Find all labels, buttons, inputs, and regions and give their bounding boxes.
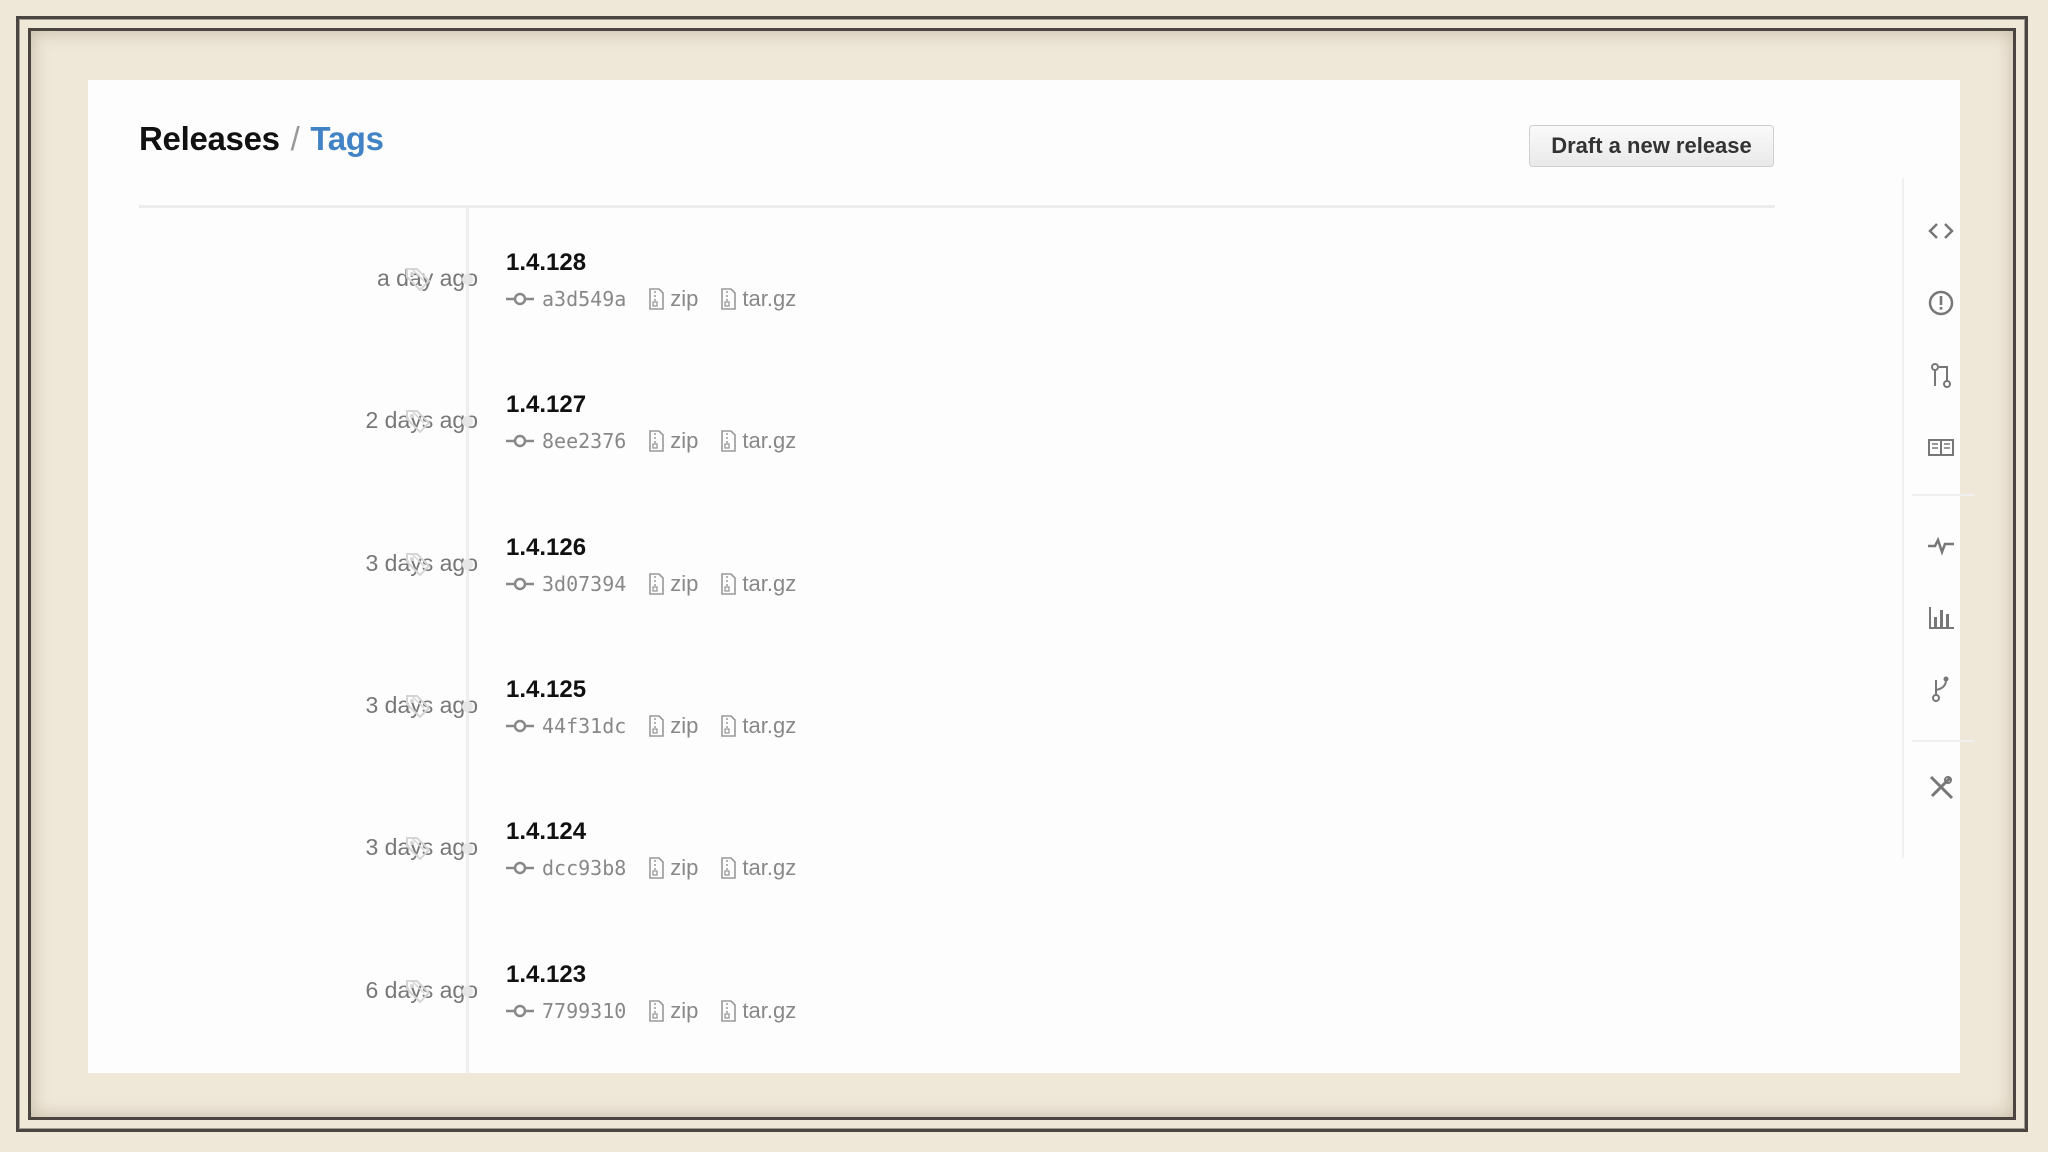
release-row: a day ago 1.4.128 a3d549a zip tar.gz: [88, 249, 1788, 349]
zip-file-icon: [648, 999, 670, 1023]
targz-file-icon: [720, 999, 742, 1023]
release-row: 3 days ago 1.4.125 44f31dc zip tar.gz: [88, 676, 1788, 776]
targz-download-link[interactable]: tar.gz: [742, 713, 796, 739]
targz-file-icon: [720, 429, 742, 453]
commit-sha-link[interactable]: 44f31dc: [542, 714, 626, 738]
zip-download-link[interactable]: zip: [670, 286, 698, 312]
commit-icon: [506, 291, 542, 307]
targz-download-link[interactable]: tar.gz: [742, 571, 796, 597]
settings-icon[interactable]: [1926, 772, 1956, 802]
zip-download-link[interactable]: zip: [670, 571, 698, 597]
timeline-dot: [462, 985, 473, 997]
commit-sha-link[interactable]: 8ee2376: [542, 429, 626, 453]
release-row: 2 days ago 1.4.127 8ee2376 zip tar.gz: [88, 391, 1788, 491]
tag-icon: [404, 550, 432, 578]
targz-file-icon: [720, 856, 742, 880]
releases-title: Releases: [139, 120, 280, 157]
release-meta: 44f31dc zip tar.gz: [506, 712, 818, 740]
page-title: Releases / Tags: [139, 120, 384, 158]
release-meta: 7799310 zip tar.gz: [506, 997, 818, 1025]
releases-panel: Releases / Tags Draft a new release a da…: [88, 80, 1974, 1073]
commit-sha-link[interactable]: a3d549a: [542, 287, 626, 311]
zip-file-icon: [648, 856, 670, 880]
zip-file-icon: [648, 287, 670, 311]
release-meta: a3d549a zip tar.gz: [506, 285, 818, 313]
targz-download-link[interactable]: tar.gz: [742, 286, 796, 312]
timeline-dot: [462, 700, 473, 712]
sidebar-divider: [1912, 740, 1974, 742]
repo-sidebar: [1902, 178, 1974, 858]
commit-sha-link[interactable]: dcc93b8: [542, 856, 626, 880]
release-row: 3 days ago 1.4.126 3d07394 zip tar.gz: [88, 534, 1788, 634]
zip-file-icon: [648, 714, 670, 738]
commit-icon: [506, 1003, 542, 1019]
commit-icon: [506, 718, 542, 734]
pull-request-icon[interactable]: [1926, 360, 1956, 390]
release-meta: dcc93b8 zip tar.gz: [506, 854, 818, 882]
wiki-icon[interactable]: [1926, 432, 1956, 462]
targz-download-link[interactable]: tar.gz: [742, 428, 796, 454]
targz-file-icon: [720, 287, 742, 311]
zip-download-link[interactable]: zip: [670, 855, 698, 881]
tags-link[interactable]: Tags: [310, 120, 384, 157]
commit-icon: [506, 576, 542, 592]
network-icon[interactable]: [1926, 674, 1956, 704]
zip-file-icon: [648, 429, 670, 453]
release-version-link[interactable]: 1.4.125: [506, 676, 586, 704]
release-row: 3 days ago 1.4.124 dcc93b8 zip tar.gz: [88, 818, 1788, 918]
targz-file-icon: [720, 572, 742, 596]
timeline-dot: [462, 558, 473, 570]
graphs-icon[interactable]: [1926, 602, 1956, 632]
release-version-link[interactable]: 1.4.123: [506, 961, 586, 989]
release-meta: 8ee2376 zip tar.gz: [506, 427, 818, 455]
tag-icon: [404, 692, 432, 720]
release-version-link[interactable]: 1.4.128: [506, 249, 586, 277]
release-version-link[interactable]: 1.4.126: [506, 534, 586, 562]
draft-new-release-button[interactable]: Draft a new release: [1529, 125, 1774, 167]
release-meta: 3d07394 zip tar.gz: [506, 570, 818, 598]
zip-file-icon: [648, 572, 670, 596]
targz-download-link[interactable]: tar.gz: [742, 855, 796, 881]
commit-icon: [506, 860, 542, 876]
title-separator: /: [290, 120, 300, 157]
tag-icon: [404, 834, 432, 862]
release-version-link[interactable]: 1.4.127: [506, 391, 586, 419]
zip-download-link[interactable]: zip: [670, 998, 698, 1024]
zip-download-link[interactable]: zip: [670, 713, 698, 739]
sidebar-divider: [1912, 494, 1974, 496]
tag-icon: [404, 977, 432, 1005]
zip-download-link[interactable]: zip: [670, 428, 698, 454]
targz-download-link[interactable]: tar.gz: [742, 998, 796, 1024]
header-divider: [139, 205, 1775, 208]
release-version-link[interactable]: 1.4.124: [506, 818, 586, 846]
tag-icon: [404, 407, 432, 435]
commit-sha-link[interactable]: 7799310: [542, 999, 626, 1023]
commit-icon: [506, 433, 542, 449]
issues-icon[interactable]: [1926, 288, 1956, 318]
commit-sha-link[interactable]: 3d07394: [542, 572, 626, 596]
release-row: 6 days ago 1.4.123 7799310 zip tar.gz: [88, 961, 1788, 1061]
targz-file-icon: [720, 714, 742, 738]
code-icon[interactable]: [1926, 216, 1956, 246]
tag-icon: [404, 265, 432, 293]
timeline-dot: [462, 274, 473, 285]
pulse-icon[interactable]: [1926, 530, 1956, 560]
